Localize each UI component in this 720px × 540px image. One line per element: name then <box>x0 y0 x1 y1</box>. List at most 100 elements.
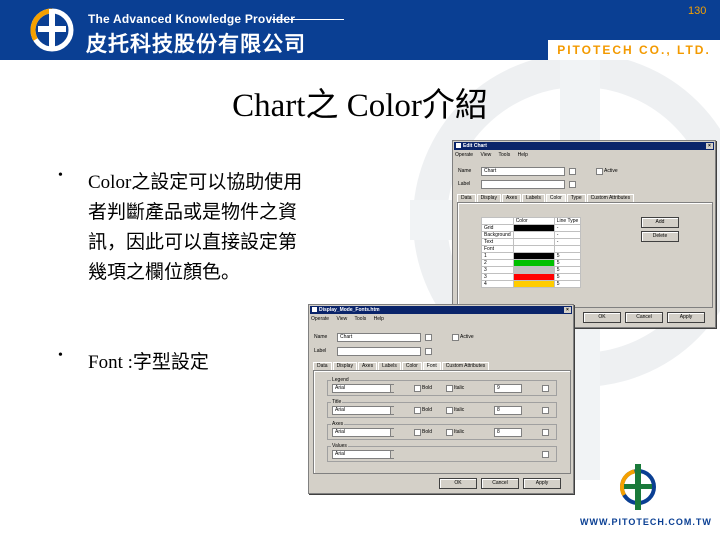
slide-title: Chart之 Color介紹 <box>232 88 488 124</box>
group-checkbox[interactable] <box>542 407 549 414</box>
font-family-select[interactable]: Arial <box>332 384 394 393</box>
tab-axes[interactable]: Axes <box>357 362 378 370</box>
dialog-title: Edit Chart <box>463 143 487 149</box>
table-row[interactable]: 35 <box>481 266 582 274</box>
color-swatch[interactable] <box>512 266 555 274</box>
chevron-down-icon[interactable] <box>390 407 397 414</box>
chevron-down-icon[interactable] <box>390 429 397 436</box>
group-checkbox[interactable] <box>542 429 549 436</box>
line-type-cell[interactable]: - <box>553 238 582 246</box>
table-row[interactable]: 45 <box>481 280 582 288</box>
tab-data[interactable]: Data <box>313 362 332 370</box>
font-size-select[interactable]: 9 <box>494 384 522 393</box>
font-family-select[interactable]: Arial <box>332 428 394 437</box>
website-url[interactable]: WWW.PITOTECH.COM.TW <box>580 517 712 527</box>
color-swatch[interactable] <box>512 280 555 288</box>
tab-display[interactable]: Display <box>476 194 501 202</box>
tab-axes[interactable]: Axes <box>501 194 522 202</box>
label-checkbox[interactable] <box>425 348 432 355</box>
table-row[interactable]: Text - <box>481 238 582 246</box>
font-family-select[interactable]: Arial <box>332 406 394 415</box>
bold-checkbox[interactable] <box>414 407 421 414</box>
apply-button[interactable]: Apply <box>523 478 561 489</box>
label-field[interactable] <box>337 347 421 356</box>
table-row[interactable]: Grid - <box>481 224 582 232</box>
italic-checkbox[interactable] <box>446 407 453 414</box>
table-row[interactable]: 15 <box>481 252 582 260</box>
tab-color[interactable]: Color <box>401 362 422 370</box>
line-type-cell[interactable]: - <box>553 224 582 232</box>
bold-checkbox[interactable] <box>414 429 421 436</box>
close-icon[interactable]: × <box>706 143 713 149</box>
table-row[interactable]: Background - <box>481 231 582 239</box>
cancel-button[interactable]: Cancel <box>625 312 663 323</box>
tab-labels[interactable]: Labels <box>378 362 401 370</box>
font-size-select[interactable]: 8 <box>494 428 522 437</box>
color-swatch[interactable] <box>512 231 555 239</box>
tab-data[interactable]: Data <box>457 194 476 202</box>
menu-view[interactable]: View <box>336 316 347 322</box>
cancel-button[interactable]: Cancel <box>481 478 519 489</box>
italic-checkbox[interactable] <box>446 385 453 392</box>
line-type-cell[interactable]: 5 <box>553 280 582 288</box>
tab-color[interactable]: Color <box>545 194 566 202</box>
color-swatch[interactable] <box>512 245 555 253</box>
menu-view[interactable]: View <box>480 152 491 158</box>
table-row[interactable]: 35 <box>481 273 582 281</box>
ok-button[interactable]: OK <box>583 312 621 323</box>
chevron-down-icon[interactable] <box>390 451 397 458</box>
page-number: 130 <box>688 5 707 17</box>
name-field[interactable]: Chart <box>481 167 565 176</box>
tab-display[interactable]: Display <box>332 362 357 370</box>
tab-labels[interactable]: Labels <box>522 194 545 202</box>
ok-button[interactable]: OK <box>439 478 477 489</box>
menu-operate[interactable]: Operate <box>311 316 329 322</box>
color-swatch[interactable] <box>512 252 555 260</box>
line-type-cell[interactable]: - <box>553 231 582 239</box>
line-type-cell[interactable] <box>553 245 582 253</box>
table-row[interactable]: 25 <box>481 259 582 267</box>
add-button[interactable]: Add <box>641 217 679 228</box>
color-swatch[interactable] <box>512 224 555 232</box>
chevron-down-icon[interactable] <box>390 385 397 392</box>
menu-tools[interactable]: Tools <box>355 316 367 322</box>
active-checkbox[interactable] <box>596 168 603 175</box>
active-checkbox[interactable] <box>452 334 459 341</box>
tab-font[interactable]: Font <box>422 362 441 370</box>
name-field[interactable]: Chart <box>337 333 421 342</box>
line-type-cell[interactable]: 5 <box>553 273 582 281</box>
close-icon[interactable]: × <box>564 307 571 313</box>
line-type-cell[interactable]: 5 <box>553 252 582 260</box>
color-swatch[interactable] <box>512 259 555 267</box>
tab-custom-attributes[interactable]: Custom Attributes <box>441 362 490 370</box>
line-type-cell[interactable]: 5 <box>553 266 582 274</box>
name-checkbox[interactable] <box>425 334 432 341</box>
menu-operate[interactable]: Operate <box>455 152 473 158</box>
bold-checkbox[interactable] <box>414 385 421 392</box>
label-checkbox[interactable] <box>569 181 576 188</box>
color-swatch[interactable] <box>512 238 555 246</box>
tab-strip: Data Display Axes Labels Color Type Custom Att… <box>457 194 635 202</box>
italic-checkbox[interactable] <box>446 429 453 436</box>
line-type-cell[interactable]: 5 <box>553 259 582 267</box>
menu-tools[interactable]: Tools <box>499 152 511 158</box>
font-family-select[interactable]: Arial <box>332 450 394 459</box>
bullet-font-description: • Font :字型設定 <box>58 348 303 378</box>
bold-label: Bold <box>422 407 433 413</box>
group-checkbox[interactable] <box>542 385 549 392</box>
font-size-select[interactable]: 8 <box>494 406 522 415</box>
menu-bar: Operate View Tools Help <box>311 316 571 323</box>
menu-help[interactable]: Help <box>374 316 384 322</box>
color-swatch[interactable] <box>512 273 555 281</box>
group-checkbox[interactable] <box>542 451 549 458</box>
tagline: The Advanced Knowledge Provider <box>88 12 296 26</box>
menu-help[interactable]: Help <box>518 152 528 158</box>
table-row[interactable]: Font <box>481 245 582 253</box>
label-field[interactable] <box>481 180 565 189</box>
delete-button[interactable]: Delete <box>641 231 679 242</box>
apply-button[interactable]: Apply <box>667 312 705 323</box>
grid-header-row: Color Line Type <box>481 217 582 225</box>
tab-type[interactable]: Type <box>566 194 586 202</box>
name-checkbox[interactable] <box>569 168 576 175</box>
tab-custom-attributes[interactable]: Custom Attributes <box>586 194 635 202</box>
